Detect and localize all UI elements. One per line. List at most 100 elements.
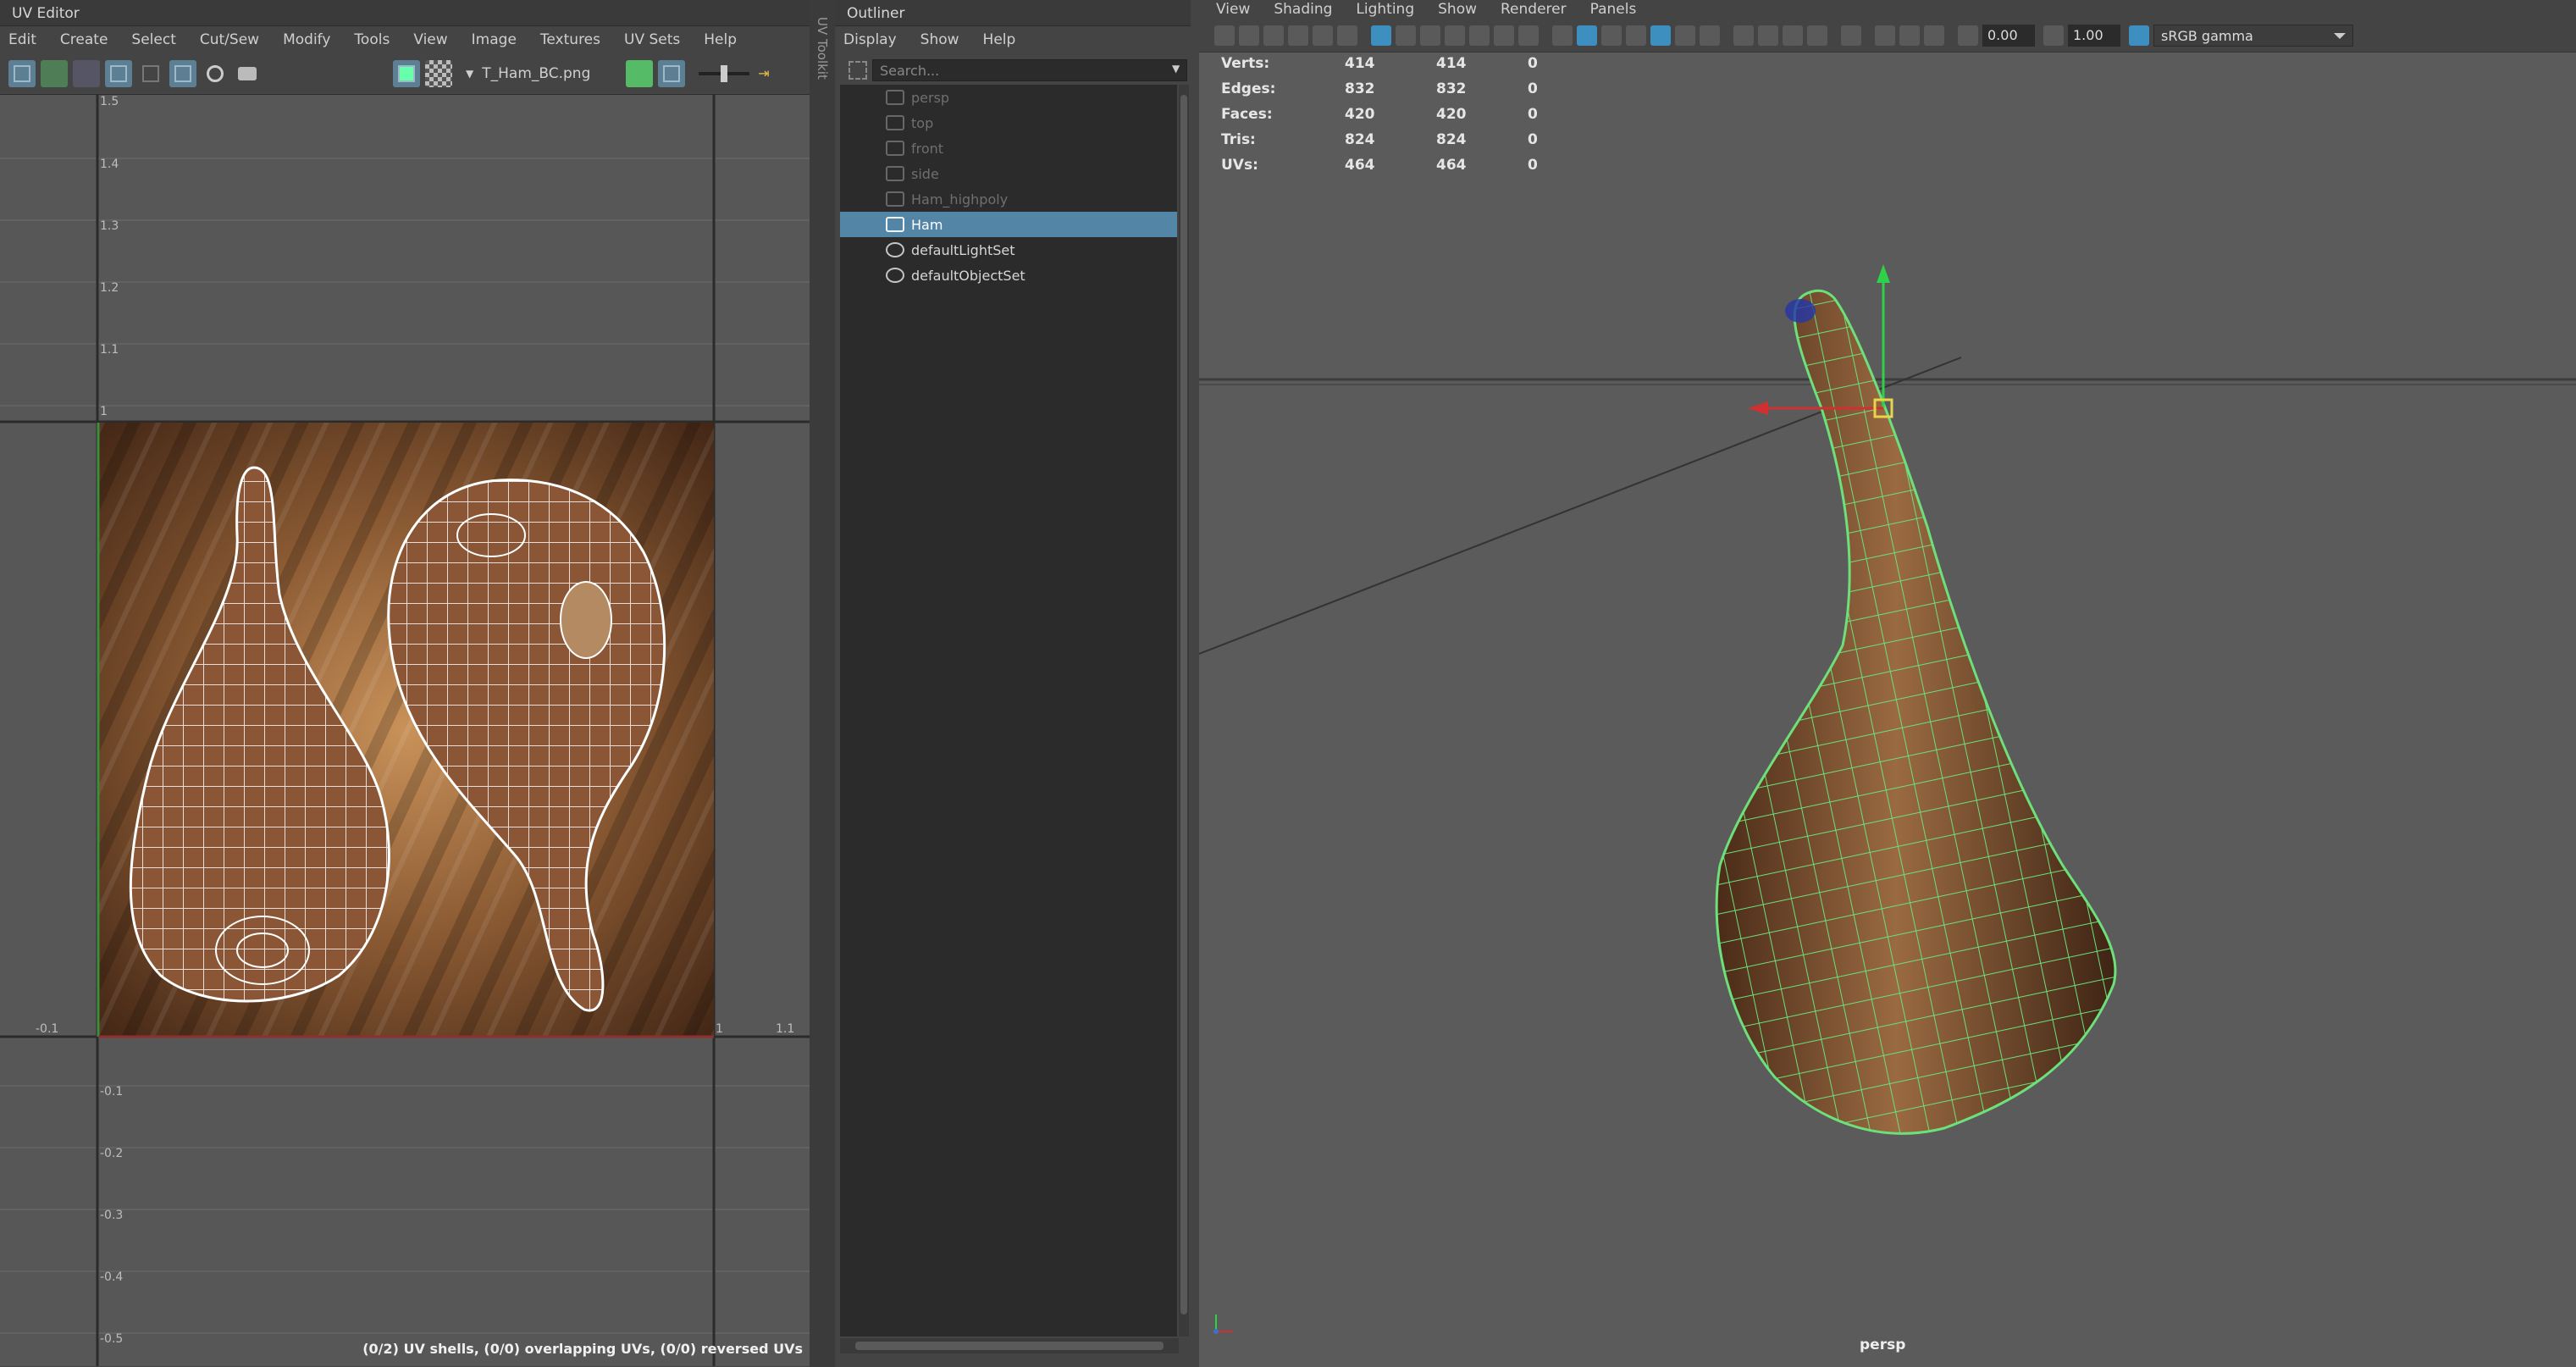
chevron-down-icon[interactable]: ▼ xyxy=(466,68,473,80)
gamma-field[interactable]: 1.00 xyxy=(2068,24,2120,47)
outliner-item-ham[interactable]: Ham xyxy=(840,212,1177,237)
chevron-down-icon[interactable]: ▼ xyxy=(1172,63,1180,75)
outliner-item-label: front xyxy=(911,140,944,157)
menu-select[interactable]: Select xyxy=(131,31,175,48)
uv-select-icon[interactable] xyxy=(8,59,36,87)
texture-name[interactable]: T_Ham_BC.png xyxy=(482,65,617,82)
2d-pan-icon[interactable] xyxy=(1337,25,1357,46)
outliner-vertical-scrollbar[interactable] xyxy=(1179,85,1189,1337)
menu-modify[interactable]: Modify xyxy=(283,31,330,48)
gamma-icon[interactable] xyxy=(2043,25,2064,46)
safe-title-icon[interactable] xyxy=(1518,25,1539,46)
outliner-filter-icon[interactable] xyxy=(849,61,867,80)
menu-uv-sets[interactable]: UV Sets xyxy=(624,31,680,48)
hud-value: 414 xyxy=(1436,55,1467,72)
snapshot-icon[interactable] xyxy=(234,60,261,87)
isolate-select-icon[interactable] xyxy=(1841,25,1861,46)
menu-panels[interactable]: Panels xyxy=(1590,1,1637,18)
texture-display-icon[interactable] xyxy=(393,59,420,87)
image-plane-icon[interactable] xyxy=(1288,25,1308,46)
uv-canvas[interactable] xyxy=(0,95,810,1366)
camera-attributes-icon[interactable] xyxy=(1239,25,1259,46)
hud-value: 832 xyxy=(1436,80,1467,97)
image-sync-icon[interactable] xyxy=(626,59,654,87)
film-gate-icon[interactable] xyxy=(1396,25,1416,46)
isolate-icon[interactable] xyxy=(169,59,196,87)
grid-label: 1.1 xyxy=(100,343,119,357)
menu-show[interactable]: Show xyxy=(920,31,959,48)
outliner-item-default-object-set[interactable]: defaultObjectSet xyxy=(840,263,1177,288)
menu-display[interactable]: Display xyxy=(843,31,897,48)
image-range-icon[interactable] xyxy=(658,59,686,87)
grid-icon[interactable] xyxy=(105,59,132,87)
hud-value: 0 xyxy=(1528,80,1538,97)
menu-tools[interactable]: Tools xyxy=(354,31,390,48)
resolution-gate-icon[interactable] xyxy=(1420,25,1440,46)
textured-icon[interactable] xyxy=(1650,25,1671,46)
outliner-item-front[interactable]: front xyxy=(840,136,1177,161)
outliner-search-input[interactable]: Search... xyxy=(872,59,1187,81)
brightness-slider[interactable] xyxy=(699,64,750,82)
checker-icon[interactable] xyxy=(425,59,452,87)
menu-image[interactable]: Image xyxy=(472,31,517,48)
motion-blur-icon[interactable] xyxy=(1758,25,1778,46)
field-chart-icon[interactable] xyxy=(1469,25,1490,46)
smooth-shade-icon[interactable] xyxy=(1577,25,1597,46)
panel-expand-icon[interactable]: ⇥ xyxy=(758,65,769,81)
hud-value: 464 xyxy=(1345,157,1375,174)
bookmark-icon[interactable] xyxy=(1263,25,1284,46)
hud-label: Verts: xyxy=(1221,55,1270,72)
outliner-item-ham-highpoly[interactable]: Ham_highpoly xyxy=(840,186,1177,212)
lights-icon[interactable] xyxy=(1675,25,1695,46)
outliner-item-side[interactable]: side xyxy=(840,161,1177,186)
menu-view[interactable]: View xyxy=(1216,1,1250,18)
hud-row: UVs: 464 464 0 xyxy=(1221,152,1538,178)
screen-space-ao-icon[interactable] xyxy=(1733,25,1754,46)
wireframe-on-shaded-icon[interactable] xyxy=(1626,25,1646,46)
wireframe-icon[interactable] xyxy=(1552,25,1573,46)
menu-textures[interactable]: Textures xyxy=(540,31,600,48)
hud-label: Edges: xyxy=(1221,80,1276,97)
color-management-icon[interactable] xyxy=(2129,25,2149,46)
gate-mask-icon[interactable] xyxy=(1445,25,1465,46)
camera-icon[interactable] xyxy=(1214,25,1235,46)
grid-label: 1 xyxy=(100,405,108,418)
menu-create[interactable]: Create xyxy=(60,31,108,48)
menu-edit[interactable]: Edit xyxy=(8,31,36,48)
shadows-icon[interactable] xyxy=(1700,25,1720,46)
menu-help[interactable]: Help xyxy=(983,31,1016,48)
uv-flip-icon[interactable] xyxy=(73,59,100,87)
multisample-aa-icon[interactable] xyxy=(1783,25,1803,46)
outliner-item-top[interactable]: top xyxy=(840,110,1177,136)
grid-label: 1.3 xyxy=(100,219,119,233)
hud-value: 0 xyxy=(1528,131,1538,148)
outliner-item-persp[interactable]: persp xyxy=(840,85,1177,110)
hud-value: 824 xyxy=(1436,131,1467,148)
menu-view[interactable]: View xyxy=(413,31,447,48)
menu-lighting[interactable]: Lighting xyxy=(1356,1,1414,18)
menu-shading[interactable]: Shading xyxy=(1274,1,1332,18)
menu-cut-sew[interactable]: Cut/Sew xyxy=(200,31,259,48)
xray-joints-icon[interactable] xyxy=(1924,25,1944,46)
menu-renderer[interactable]: Renderer xyxy=(1501,1,1567,18)
uv-editor-toolbar: ▼ T_Ham_BC.png ⇥ xyxy=(0,53,810,95)
color-space-dropdown[interactable]: sRGB gamma xyxy=(2153,24,2353,47)
viewport-canvas[interactable] xyxy=(1199,53,2576,1367)
safe-action-icon[interactable] xyxy=(1494,25,1514,46)
uv-toolkit-tab[interactable]: UV Toolkit xyxy=(810,0,835,1367)
xray-icon[interactable] xyxy=(1875,25,1895,46)
grease-pencil-icon[interactable] xyxy=(1313,25,1333,46)
shaded-icon[interactable] xyxy=(202,60,229,87)
default-material-icon[interactable] xyxy=(1601,25,1622,46)
xray-active-icon[interactable] xyxy=(1899,25,1920,46)
outliner-item-default-light-set[interactable]: defaultLightSet xyxy=(840,237,1177,263)
menu-help[interactable]: Help xyxy=(704,31,737,48)
outliner-horizontal-scrollbar[interactable] xyxy=(840,1338,1179,1353)
menu-show[interactable]: Show xyxy=(1438,1,1477,18)
exposure-icon[interactable] xyxy=(1958,25,1978,46)
grid-icon[interactable] xyxy=(1371,25,1391,46)
pixel-snap-icon[interactable] xyxy=(137,60,164,87)
exposure-field[interactable]: 0.00 xyxy=(1982,24,2035,47)
uv-shell-icon[interactable] xyxy=(41,59,68,87)
depth-of-field-icon[interactable] xyxy=(1807,25,1827,46)
